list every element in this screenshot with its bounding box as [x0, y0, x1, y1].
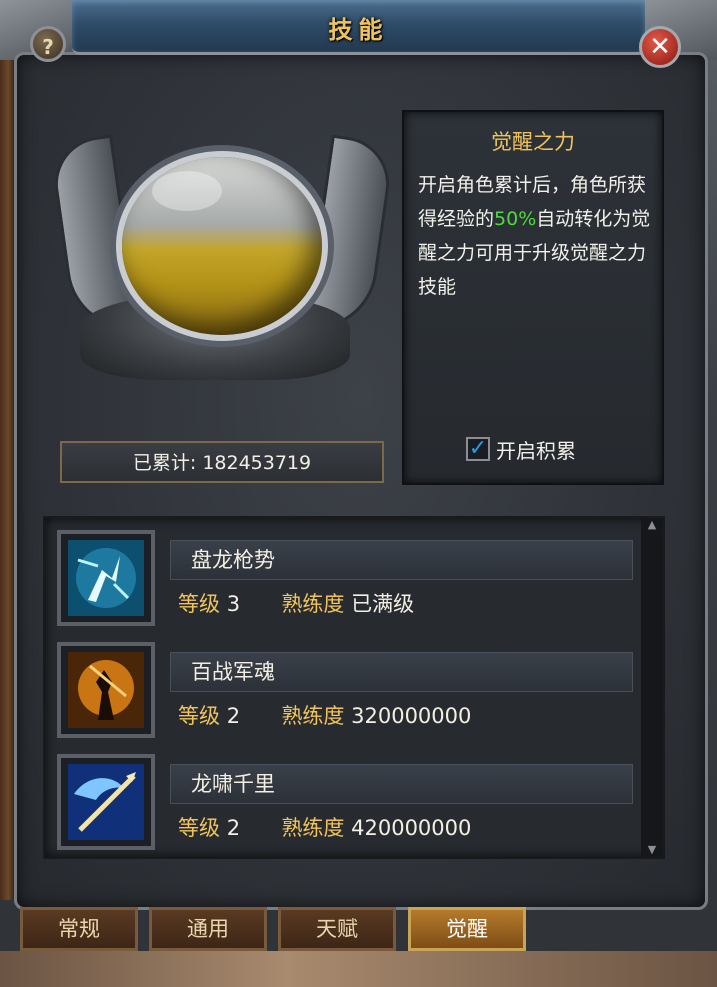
accumulate-checkbox[interactable]: ✓: [466, 437, 490, 461]
skill-info: 等级 2 熟练度 320000000: [170, 696, 633, 736]
description-box: 觉醒之力 开启角色累计后，角色所获得经验的50%自动转化为觉醒之力可用于升级觉醒…: [402, 110, 664, 485]
skill-row[interactable]: 龙啸千里 等级 2 熟练度 420000000: [55, 750, 635, 850]
help-button[interactable]: ?: [30, 26, 66, 62]
background-strip: [0, 60, 14, 900]
skill-level-value: 3: [226, 592, 241, 616]
close-button[interactable]: ✕: [639, 26, 681, 68]
orb-shine: [152, 171, 222, 211]
skill-info: 等级 3 熟练度 已满级: [170, 584, 633, 624]
window-title: 技能: [328, 16, 389, 44]
skill-proficiency-label: 熟练度: [281, 704, 345, 728]
awakening-orb: [122, 157, 322, 335]
skill-proficiency-label: 熟练度: [281, 816, 345, 840]
skill-proficiency-value: 320000000: [351, 704, 472, 728]
tab-common[interactable]: 通用: [149, 907, 267, 951]
description-title: 觉醒之力: [491, 130, 575, 154]
skill-info: 等级 2 熟练度 420000000: [170, 808, 633, 848]
skill-level-value: 2: [226, 704, 241, 728]
accumulated-counter: 已累计: 182453719: [60, 441, 384, 483]
skill-name: 百战军魂: [170, 652, 633, 692]
background-bottom-strip: [0, 951, 717, 987]
tab-awakening[interactable]: 觉醒: [408, 907, 526, 951]
skill-name: 盘龙枪势: [170, 540, 633, 580]
skill-level-label: 等级: [178, 816, 220, 840]
skill-level-label: 等级: [178, 704, 220, 728]
skill-proficiency-value: 已满级: [351, 592, 415, 616]
skill-proficiency-label: 熟练度: [281, 592, 345, 616]
accumulate-toggle[interactable]: ✓ 开启积累: [466, 433, 576, 465]
skill-level-value: 2: [226, 816, 241, 840]
skill-name: 龙啸千里: [170, 764, 633, 804]
lightning-warrior-icon: [57, 530, 155, 626]
skill-row[interactable]: 盘龙枪势 等级 3 熟练度 已满级: [55, 526, 635, 626]
dragon-spear-icon: [57, 754, 155, 850]
accumulate-label: 开启积累: [496, 438, 576, 463]
flaming-warrior-icon: [57, 642, 155, 738]
skill-level-label: 等级: [178, 592, 220, 616]
tab-general[interactable]: 常规: [20, 907, 138, 951]
description-text: 开启角色累计后，角色所获得经验的50%自动转化为觉醒之力可用于升级觉醒之力技能: [418, 168, 654, 304]
skill-list-scrollbar[interactable]: ▲ ▼: [641, 518, 663, 857]
tab-talent[interactable]: 天赋: [278, 907, 396, 951]
skill-proficiency-value: 420000000: [351, 816, 472, 840]
scroll-down-arrow-icon[interactable]: ▼: [641, 843, 663, 857]
scroll-up-arrow-icon[interactable]: ▲: [641, 518, 663, 532]
skill-row[interactable]: 百战军魂 等级 2 熟练度 320000000: [55, 638, 635, 738]
description-highlight: 50%: [494, 208, 537, 230]
